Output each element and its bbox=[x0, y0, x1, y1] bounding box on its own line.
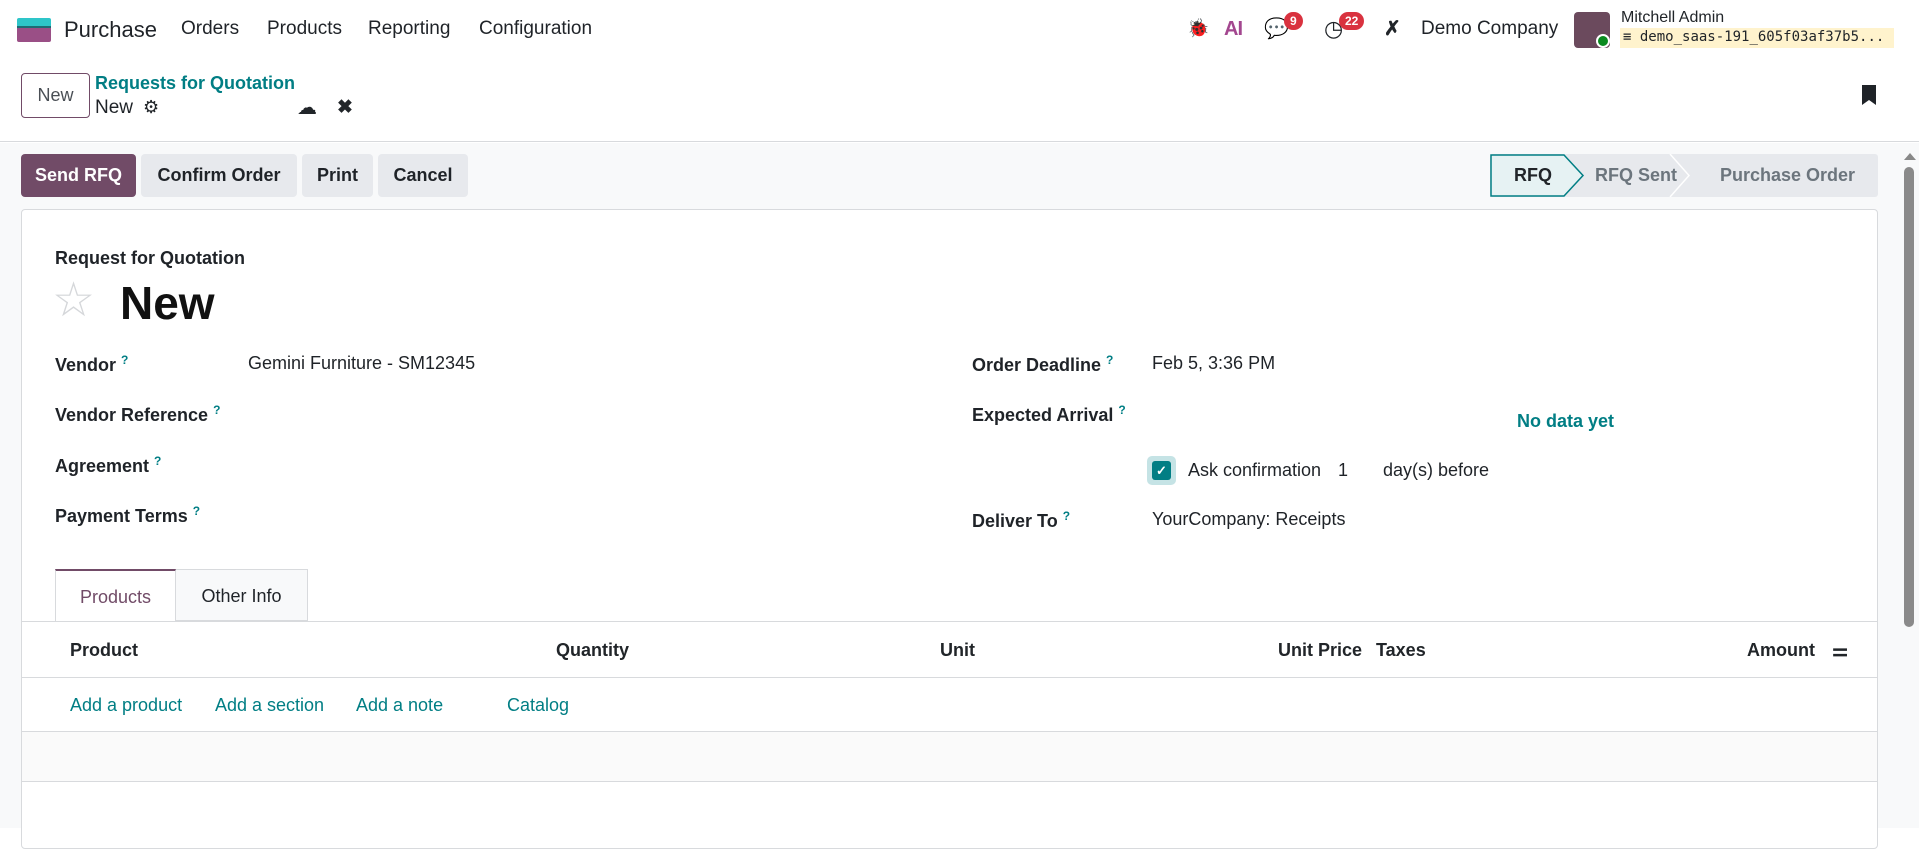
new-button[interactable]: New bbox=[21, 73, 90, 118]
column-amount[interactable]: Amount bbox=[1747, 640, 1815, 661]
ai-icon[interactable]: AI bbox=[1224, 18, 1243, 41]
deliver-to-label: Deliver To? bbox=[972, 509, 1071, 531]
messages-badge: 9 bbox=[1284, 12, 1303, 30]
help-icon[interactable]: ? bbox=[121, 353, 128, 367]
optional-columns-icon[interactable]: ⚌ bbox=[1832, 640, 1848, 661]
scrollbar-thumb[interactable] bbox=[1904, 167, 1914, 627]
tab-other-info-label: Other Info bbox=[201, 586, 282, 606]
tab-products[interactable]: Products bbox=[55, 569, 176, 622]
form-title: New bbox=[120, 277, 215, 329]
star-icon[interactable]: ☆ bbox=[52, 272, 95, 328]
control-panel: New Requests for Quotation New ⚙ ☁ ✖ bbox=[0, 59, 1919, 142]
column-taxes[interactable]: Taxes bbox=[1376, 640, 1426, 661]
breadcrumb-current: New bbox=[95, 97, 134, 118]
tab-other-info[interactable]: Other Info bbox=[176, 569, 308, 621]
divider bbox=[22, 677, 1877, 678]
column-unit[interactable]: Unit bbox=[940, 640, 975, 661]
database-icon: ≡ bbox=[1623, 29, 1632, 45]
ask-confirmation-checkbox[interactable]: ✓ bbox=[1147, 456, 1176, 485]
empty-table-row bbox=[22, 732, 1877, 781]
check-icon: ✓ bbox=[1152, 461, 1171, 480]
column-product[interactable]: Product bbox=[70, 640, 138, 661]
divider bbox=[22, 781, 1877, 782]
column-unit-price[interactable]: Unit Price bbox=[1278, 640, 1362, 661]
company-switcher[interactable]: Demo Company bbox=[1421, 18, 1558, 40]
vendor-reference-label: Vendor Reference? bbox=[55, 403, 221, 425]
menu-configuration[interactable]: Configuration bbox=[479, 18, 592, 40]
menu-reporting[interactable]: Reporting bbox=[368, 18, 450, 40]
menu-orders[interactable]: Orders bbox=[181, 18, 239, 40]
bug-icon[interactable]: 🐞 bbox=[1187, 18, 1209, 39]
user-name[interactable]: Mitchell Admin bbox=[1621, 9, 1724, 27]
help-icon[interactable]: ? bbox=[193, 504, 200, 518]
order-deadline-label: Order Deadline? bbox=[972, 353, 1114, 375]
divider bbox=[22, 621, 1877, 622]
online-status-icon bbox=[1596, 34, 1610, 48]
scroll-up-icon[interactable] bbox=[1903, 153, 1916, 160]
database-badge: ≡ demo_saas-191_605f03af37b5... bbox=[1620, 28, 1894, 48]
help-icon[interactable]: ? bbox=[154, 454, 161, 468]
catalog-link[interactable]: Catalog bbox=[507, 695, 569, 716]
stage-rfq[interactable]: RFQ bbox=[1514, 165, 1552, 186]
agreement-input[interactable] bbox=[248, 451, 908, 479]
confirm-order-button[interactable]: Confirm Order bbox=[141, 154, 297, 197]
scrollbar[interactable] bbox=[1901, 147, 1918, 828]
deliver-to-field[interactable]: YourCompany: Receipts bbox=[1152, 509, 1345, 530]
help-icon[interactable]: ? bbox=[1106, 353, 1113, 367]
print-button[interactable]: Print bbox=[302, 154, 373, 197]
stage-purchase-order[interactable]: Purchase Order bbox=[1720, 165, 1855, 186]
add-note-link[interactable]: Add a note bbox=[356, 695, 443, 716]
payment-terms-label: Payment Terms? bbox=[55, 504, 201, 526]
app-logo-icon[interactable] bbox=[17, 18, 51, 42]
help-icon[interactable]: ? bbox=[1118, 403, 1125, 417]
send-rfq-button[interactable]: Send RFQ bbox=[21, 154, 136, 197]
column-quantity[interactable]: Quantity bbox=[556, 640, 629, 661]
app-name[interactable]: Purchase bbox=[64, 17, 157, 43]
order-deadline-field[interactable]: Feb 5, 3:36 PM bbox=[1152, 353, 1275, 374]
discard-icon[interactable]: ✖ bbox=[337, 96, 353, 119]
vendor-label: Vendor? bbox=[55, 353, 129, 375]
payment-terms-input[interactable] bbox=[248, 501, 908, 529]
form-subtitle: Request for Quotation bbox=[55, 248, 245, 268]
help-icon[interactable]: ? bbox=[1063, 509, 1070, 523]
ask-confirmation-label: Ask confirmation bbox=[1188, 460, 1322, 480]
add-section-link[interactable]: Add a section bbox=[215, 695, 324, 716]
save-cloud-icon[interactable]: ☁ bbox=[297, 95, 317, 120]
no-data-text: No data yet bbox=[1517, 411, 1615, 431]
breadcrumb-parent[interactable]: Requests for Quotation bbox=[95, 73, 295, 94]
top-navbar: Purchase Orders Products Reporting Confi… bbox=[0, 0, 1919, 59]
vendor-field[interactable]: Gemini Furniture - SM12345 bbox=[248, 353, 475, 374]
days-suffix: day(s) before bbox=[1383, 460, 1490, 480]
gear-icon[interactable]: ⚙ bbox=[143, 97, 159, 118]
tab-products-label: Products bbox=[79, 587, 152, 607]
help-icon[interactable]: ? bbox=[213, 403, 220, 417]
agreement-label: Agreement? bbox=[55, 454, 162, 476]
menu-products[interactable]: Products bbox=[267, 18, 342, 40]
cancel-button[interactable]: Cancel bbox=[378, 154, 468, 197]
vendor-reference-input[interactable] bbox=[248, 400, 908, 428]
tools-icon[interactable]: ✗ bbox=[1384, 16, 1401, 41]
reminder-days-input[interactable]: 1 bbox=[1338, 460, 1348, 481]
bookmark-icon[interactable] bbox=[1862, 85, 1876, 105]
stage-rfq-sent[interactable]: RFQ Sent bbox=[1595, 165, 1677, 186]
activities-badge: 22 bbox=[1339, 12, 1365, 30]
expected-arrival-label: Expected Arrival? bbox=[972, 403, 1126, 425]
add-product-link[interactable]: Add a product bbox=[70, 695, 182, 716]
database-name: demo_saas-191_605f03af37b5... bbox=[1639, 29, 1885, 45]
